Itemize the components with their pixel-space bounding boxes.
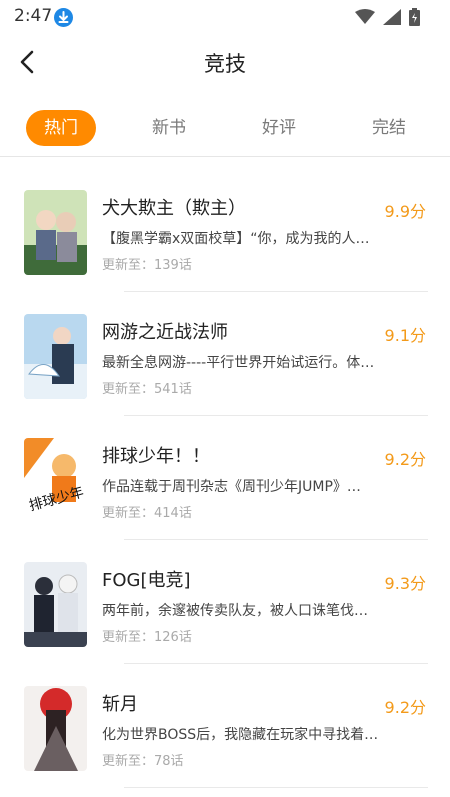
list-item[interactable]: 犬大欺主（欺主） 9.9分 【腹黑学霸x双面校草】“你，成为我的人… 更新至：1… (24, 170, 428, 292)
divider (124, 787, 428, 788)
page-title: 竞技 (204, 52, 246, 76)
item-title: FOG[电竞] (102, 570, 191, 591)
cover-image (24, 314, 87, 399)
list-item[interactable]: 排球少年 排球少年！！ 9.2分 作品连载于周刊杂志《周刊少年JUMP》… 更新… (24, 418, 428, 540)
list-item[interactable]: 斩月 9.2分 化为世界BOSS后，我隐藏在玩家中寻找着… 更新至：78话 (24, 666, 428, 788)
item-description: 【腹黑学霸x双面校草】“你，成为我的人… (102, 231, 370, 247)
item-title: 网游之近战法师 (102, 322, 228, 343)
app-header: 竞技 (0, 34, 450, 90)
signal-icon (383, 9, 401, 25)
divider (124, 291, 428, 292)
update-prefix: 更新至： (102, 630, 155, 645)
update-prefix: 更新至： (102, 754, 155, 769)
item-update: 更新至：541话 (102, 378, 192, 397)
cover-image (24, 190, 87, 275)
item-update: 更新至：78话 (102, 750, 184, 769)
item-description: 作品连载于周刊杂志《周刊少年JUMP》… (102, 479, 361, 495)
item-score: 9.3分 (384, 574, 426, 593)
list-item[interactable]: FOG[电竞] 9.3分 两年前，余邃被传卖队友，被人口诛笔伐… 更新至：126… (24, 542, 428, 664)
list-item[interactable]: 网游之近战法师 9.1分 最新全息网游----平行世界开始试运行。体… 更新至：… (24, 294, 428, 416)
tab-completed[interactable]: 完结 (354, 110, 424, 146)
item-title: 斩月 (102, 694, 138, 715)
update-prefix: 更新至： (102, 506, 155, 521)
divider (124, 663, 428, 664)
item-update: 更新至：139话 (102, 254, 192, 273)
item-score: 9.9分 (384, 202, 426, 221)
wifi-icon (355, 9, 375, 24)
update-count: 126话 (154, 630, 192, 645)
update-prefix: 更新至： (102, 258, 155, 273)
update-count: 414话 (154, 506, 192, 521)
status-bar: 2:47 (0, 0, 450, 34)
download-icon (54, 8, 73, 27)
item-description: 化为世界BOSS后，我隐藏在玩家中寻找着… (102, 727, 379, 743)
update-prefix: 更新至： (102, 382, 155, 397)
category-tabs: 热门 新书 好评 完结 (0, 100, 450, 157)
status-time: 2:47 (14, 6, 53, 26)
item-score: 9.1分 (384, 326, 426, 345)
update-count: 78话 (154, 754, 184, 769)
update-count: 541话 (154, 382, 192, 397)
item-description: 两年前，余邃被传卖队友，被人口诛笔伐… (102, 603, 368, 619)
tab-rated[interactable]: 好评 (244, 110, 314, 146)
item-update: 更新至：126话 (102, 626, 192, 645)
tab-new[interactable]: 新书 (134, 110, 204, 146)
divider (124, 539, 428, 540)
tab-hot[interactable]: 热门 (26, 110, 96, 146)
cover-image (24, 562, 87, 647)
status-icons (355, 8, 420, 26)
item-title: 犬大欺主（欺主） (102, 198, 246, 219)
cover-image (24, 686, 87, 771)
cover-image: 排球少年 (24, 438, 87, 523)
divider (124, 415, 428, 416)
item-score: 9.2分 (384, 698, 426, 717)
battery-icon (409, 8, 420, 26)
item-score: 9.2分 (384, 450, 426, 469)
item-description: 最新全息网游----平行世界开始试运行。体… (102, 355, 375, 371)
item-update: 更新至：414话 (102, 502, 192, 521)
update-count: 139话 (154, 258, 192, 273)
item-title: 排球少年！！ (102, 446, 210, 467)
